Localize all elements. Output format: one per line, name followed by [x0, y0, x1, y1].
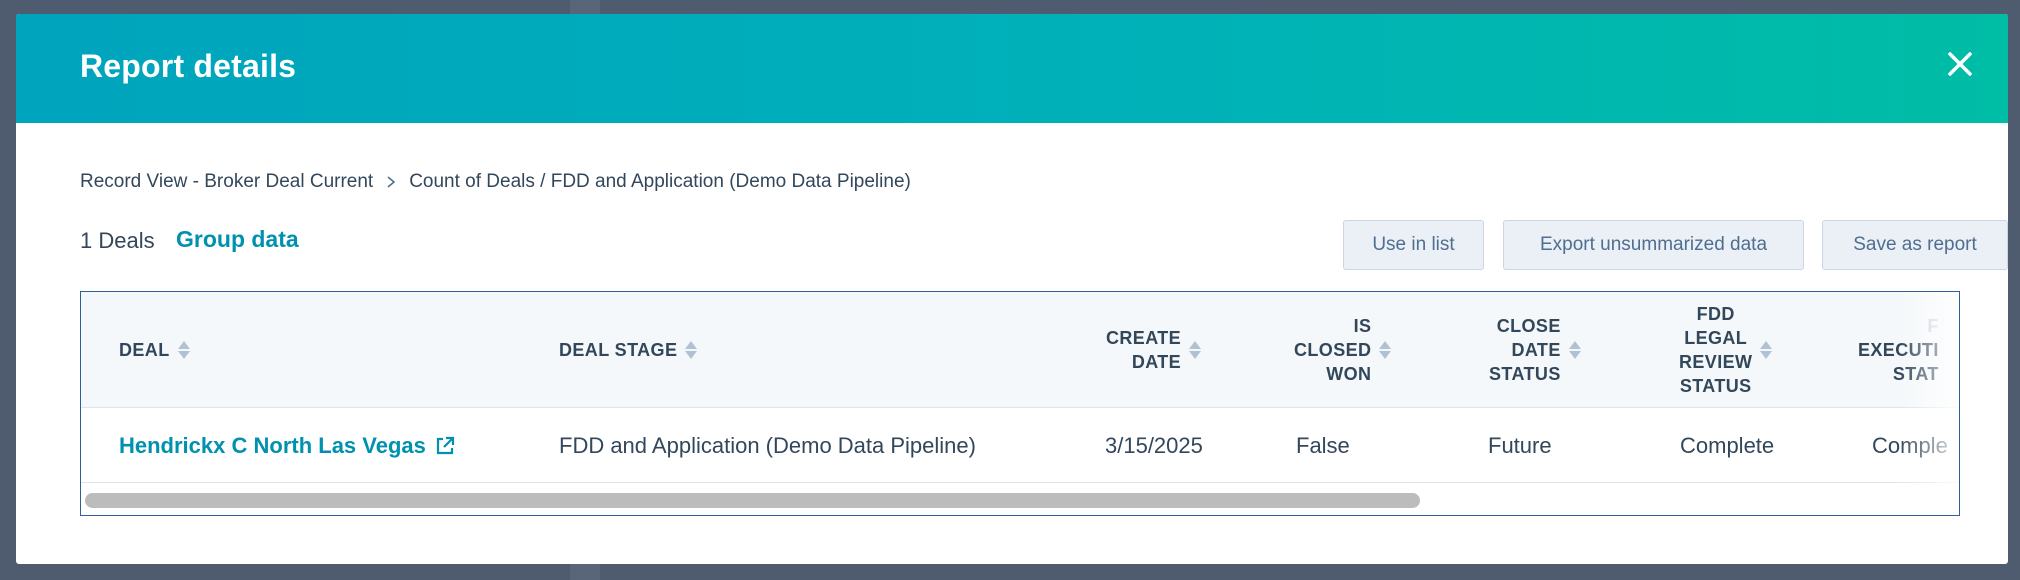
header-line: CLOSED [1294, 340, 1372, 360]
breadcrumb-item-current: Count of Deals / FDD and Application (De… [409, 171, 911, 192]
breadcrumb: Record View - Broker Deal Current Count … [80, 171, 911, 193]
close-icon [1948, 52, 1972, 76]
sort-icon[interactable] [1189, 341, 1202, 359]
header-line: CLOSE [1496, 316, 1561, 336]
header-line: STATUS [1489, 364, 1561, 384]
column-header-label: DEAL STAGE [559, 340, 678, 360]
breadcrumb-item-report[interactable]: Record View - Broker Deal Current [80, 171, 373, 193]
column-header-label: DEAL [119, 340, 170, 360]
table-header: DEAL DEAL STAGE CREATE DATE IS CLOSED WO… [81, 292, 1959, 484]
report-details-modal: Report details Record View - Broker Deal… [16, 14, 2008, 564]
table-row: Hendrickx C North Las Vegas FDD and Appl… [81, 408, 1959, 483]
save-as-report-button[interactable]: Save as report [1822, 220, 2008, 270]
header-line: DATE [1511, 340, 1561, 360]
close-button[interactable] [1940, 44, 1980, 84]
column-header-close-date-status[interactable]: CLOSE DATE STATUS [1489, 292, 1581, 408]
column-header-create-date[interactable]: CREATE DATE [1106, 292, 1202, 408]
sort-icon[interactable] [177, 341, 190, 359]
column-header-label: IS CLOSED WON [1294, 314, 1371, 386]
sort-icon[interactable] [1568, 341, 1581, 359]
header-line: STAT [1892, 364, 1939, 384]
column-header-label: F EXECUTI STAT [1858, 314, 1939, 386]
sort-icon[interactable] [1760, 341, 1773, 359]
external-link-icon[interactable] [434, 435, 456, 457]
header-line: WON [1326, 364, 1372, 384]
use-in-list-button[interactable]: Use in list [1343, 220, 1484, 270]
header-line: REVIEW [1679, 352, 1753, 372]
cell-deal-stage: FDD and Application (Demo Data Pipeline) [559, 432, 976, 458]
column-header-executive-status[interactable]: F EXECUTI STAT [1858, 292, 1939, 408]
header-line: FDD [1696, 304, 1735, 324]
cell-deal: Hendrickx C North Las Vegas [119, 408, 456, 483]
header-line: DATE [1131, 352, 1182, 372]
cell-is-closed-won: False [1296, 432, 1350, 458]
cell-executive-status: Comple [1872, 432, 1948, 458]
header-line: CREATE [1106, 328, 1182, 348]
horizontal-scrollbar[interactable] [81, 484, 1959, 515]
sort-icon[interactable] [1379, 341, 1392, 359]
column-header-deal[interactable]: DEAL [119, 292, 190, 408]
header-line: EXECUTI [1858, 340, 1939, 360]
deal-name-link[interactable]: Hendrickx C North Las Vegas [119, 433, 456, 459]
cell-fdd-legal-review-status: Complete [1680, 432, 1775, 458]
modal-header: Report details [16, 14, 2008, 123]
sort-icon[interactable] [685, 341, 698, 359]
header-line: IS [1353, 316, 1372, 336]
header-line: STATUS [1679, 376, 1752, 396]
cell-close-date-status: Future [1488, 432, 1552, 458]
column-header-label: FDD LEGAL REVIEW STATUS [1679, 302, 1752, 398]
toolbar: 1 Deals Group data Use in list Export un… [80, 220, 2008, 274]
deals-table: DEAL DEAL STAGE CREATE DATE IS CLOSED WO… [80, 291, 1960, 516]
scrollbar-thumb[interactable] [85, 493, 1420, 508]
column-header-is-closed-won[interactable]: IS CLOSED WON [1294, 292, 1392, 408]
column-header-label: CREATE DATE [1106, 326, 1181, 374]
column-header-fdd-legal-review-status[interactable]: FDD LEGAL REVIEW STATUS [1679, 292, 1773, 408]
deal-name: Hendrickx C North Las Vegas [119, 432, 426, 458]
deal-count: 1 Deals [80, 228, 155, 253]
export-unsummarized-data-button[interactable]: Export unsummarized data [1503, 220, 1804, 270]
chevron-right-icon [385, 175, 397, 189]
cell-create-date: 3/15/2025 [1105, 432, 1203, 458]
column-header-label: CLOSE DATE STATUS [1489, 314, 1561, 386]
column-header-deal-stage[interactable]: DEAL STAGE [559, 292, 698, 408]
header-line: F [1927, 316, 1939, 336]
header-line: LEGAL [1684, 328, 1748, 348]
modal-title: Report details [80, 48, 297, 84]
group-data-link[interactable]: Group data [176, 226, 299, 253]
